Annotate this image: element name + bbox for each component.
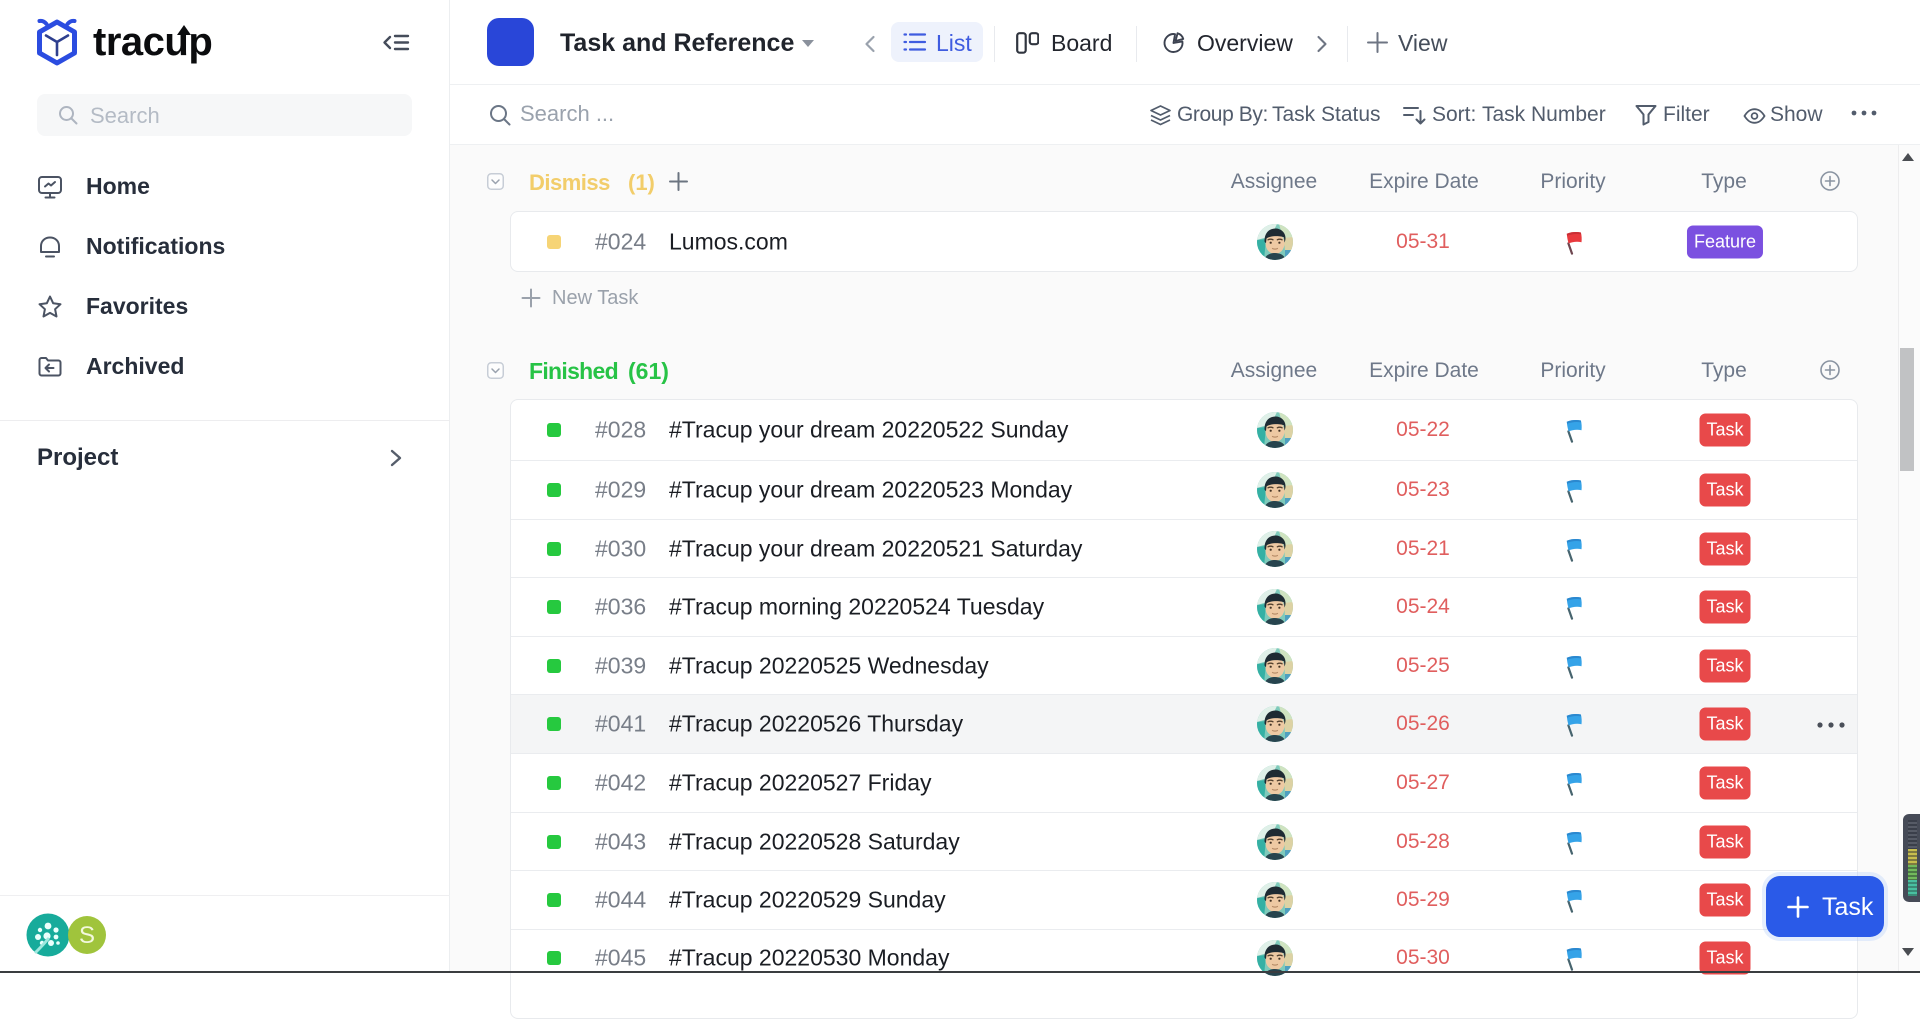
svg-text:S: S (79, 922, 95, 949)
